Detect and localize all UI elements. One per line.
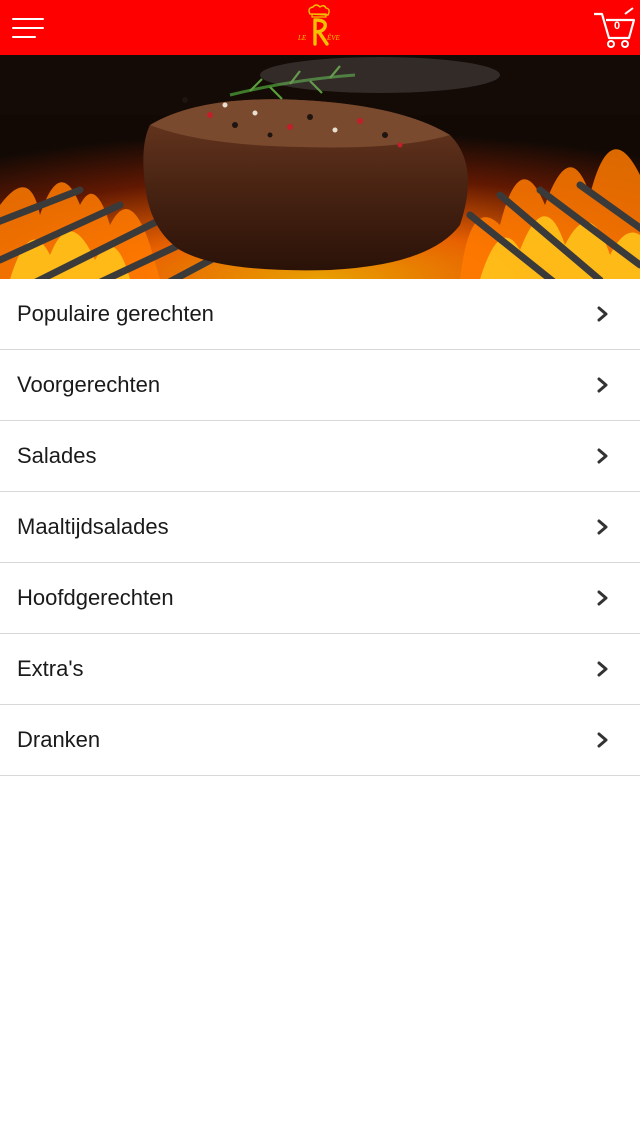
chevron-right-icon — [597, 377, 608, 393]
svg-text:LE: LE — [297, 34, 307, 42]
restaurant-logo: LE ÊVE — [296, 4, 344, 52]
category-label: Populaire gerechten — [17, 301, 214, 326]
chevron-right-icon — [597, 519, 608, 535]
chevron-right-icon — [597, 448, 608, 464]
svg-text:ÊVE: ÊVE — [326, 34, 341, 42]
cart-count-badge: 0 — [613, 20, 621, 32]
steak-grill-image — [0, 55, 640, 279]
cart-button[interactable]: 0 — [592, 6, 636, 50]
category-item-extras[interactable]: Extra's — [0, 634, 640, 705]
category-label: Dranken — [17, 727, 101, 752]
chevron-right-icon — [597, 306, 608, 322]
category-item-hoofdgerechten[interactable]: Hoofdgerechten — [0, 563, 640, 634]
category-item-salades[interactable]: Salades — [0, 421, 640, 492]
chevron-right-icon — [597, 661, 608, 677]
category-item-dranken[interactable]: Dranken — [0, 705, 640, 776]
category-label: Maaltijdsalades — [17, 514, 169, 539]
category-label: Voorgerechten — [17, 372, 161, 397]
category-label: Salades — [17, 443, 97, 468]
chevron-right-icon — [597, 590, 608, 606]
logo-image: LE ÊVE — [297, 4, 341, 46]
category-item-voorgerechten[interactable]: Voorgerechten — [0, 350, 640, 421]
hero-banner — [0, 55, 640, 279]
category-item-populaire-gerechten[interactable]: Populaire gerechten — [0, 279, 640, 350]
category-label: Extra's — [17, 656, 84, 681]
menu-button[interactable] — [10, 14, 46, 42]
category-list: Populaire gerechten Voorgerechten Salade… — [0, 279, 640, 776]
chevron-right-icon — [597, 732, 608, 748]
category-item-maaltijdsalades[interactable]: Maaltijdsalades — [0, 492, 640, 563]
category-label: Hoofdgerechten — [17, 585, 174, 610]
app-header: LE ÊVE 0 — [0, 0, 640, 55]
